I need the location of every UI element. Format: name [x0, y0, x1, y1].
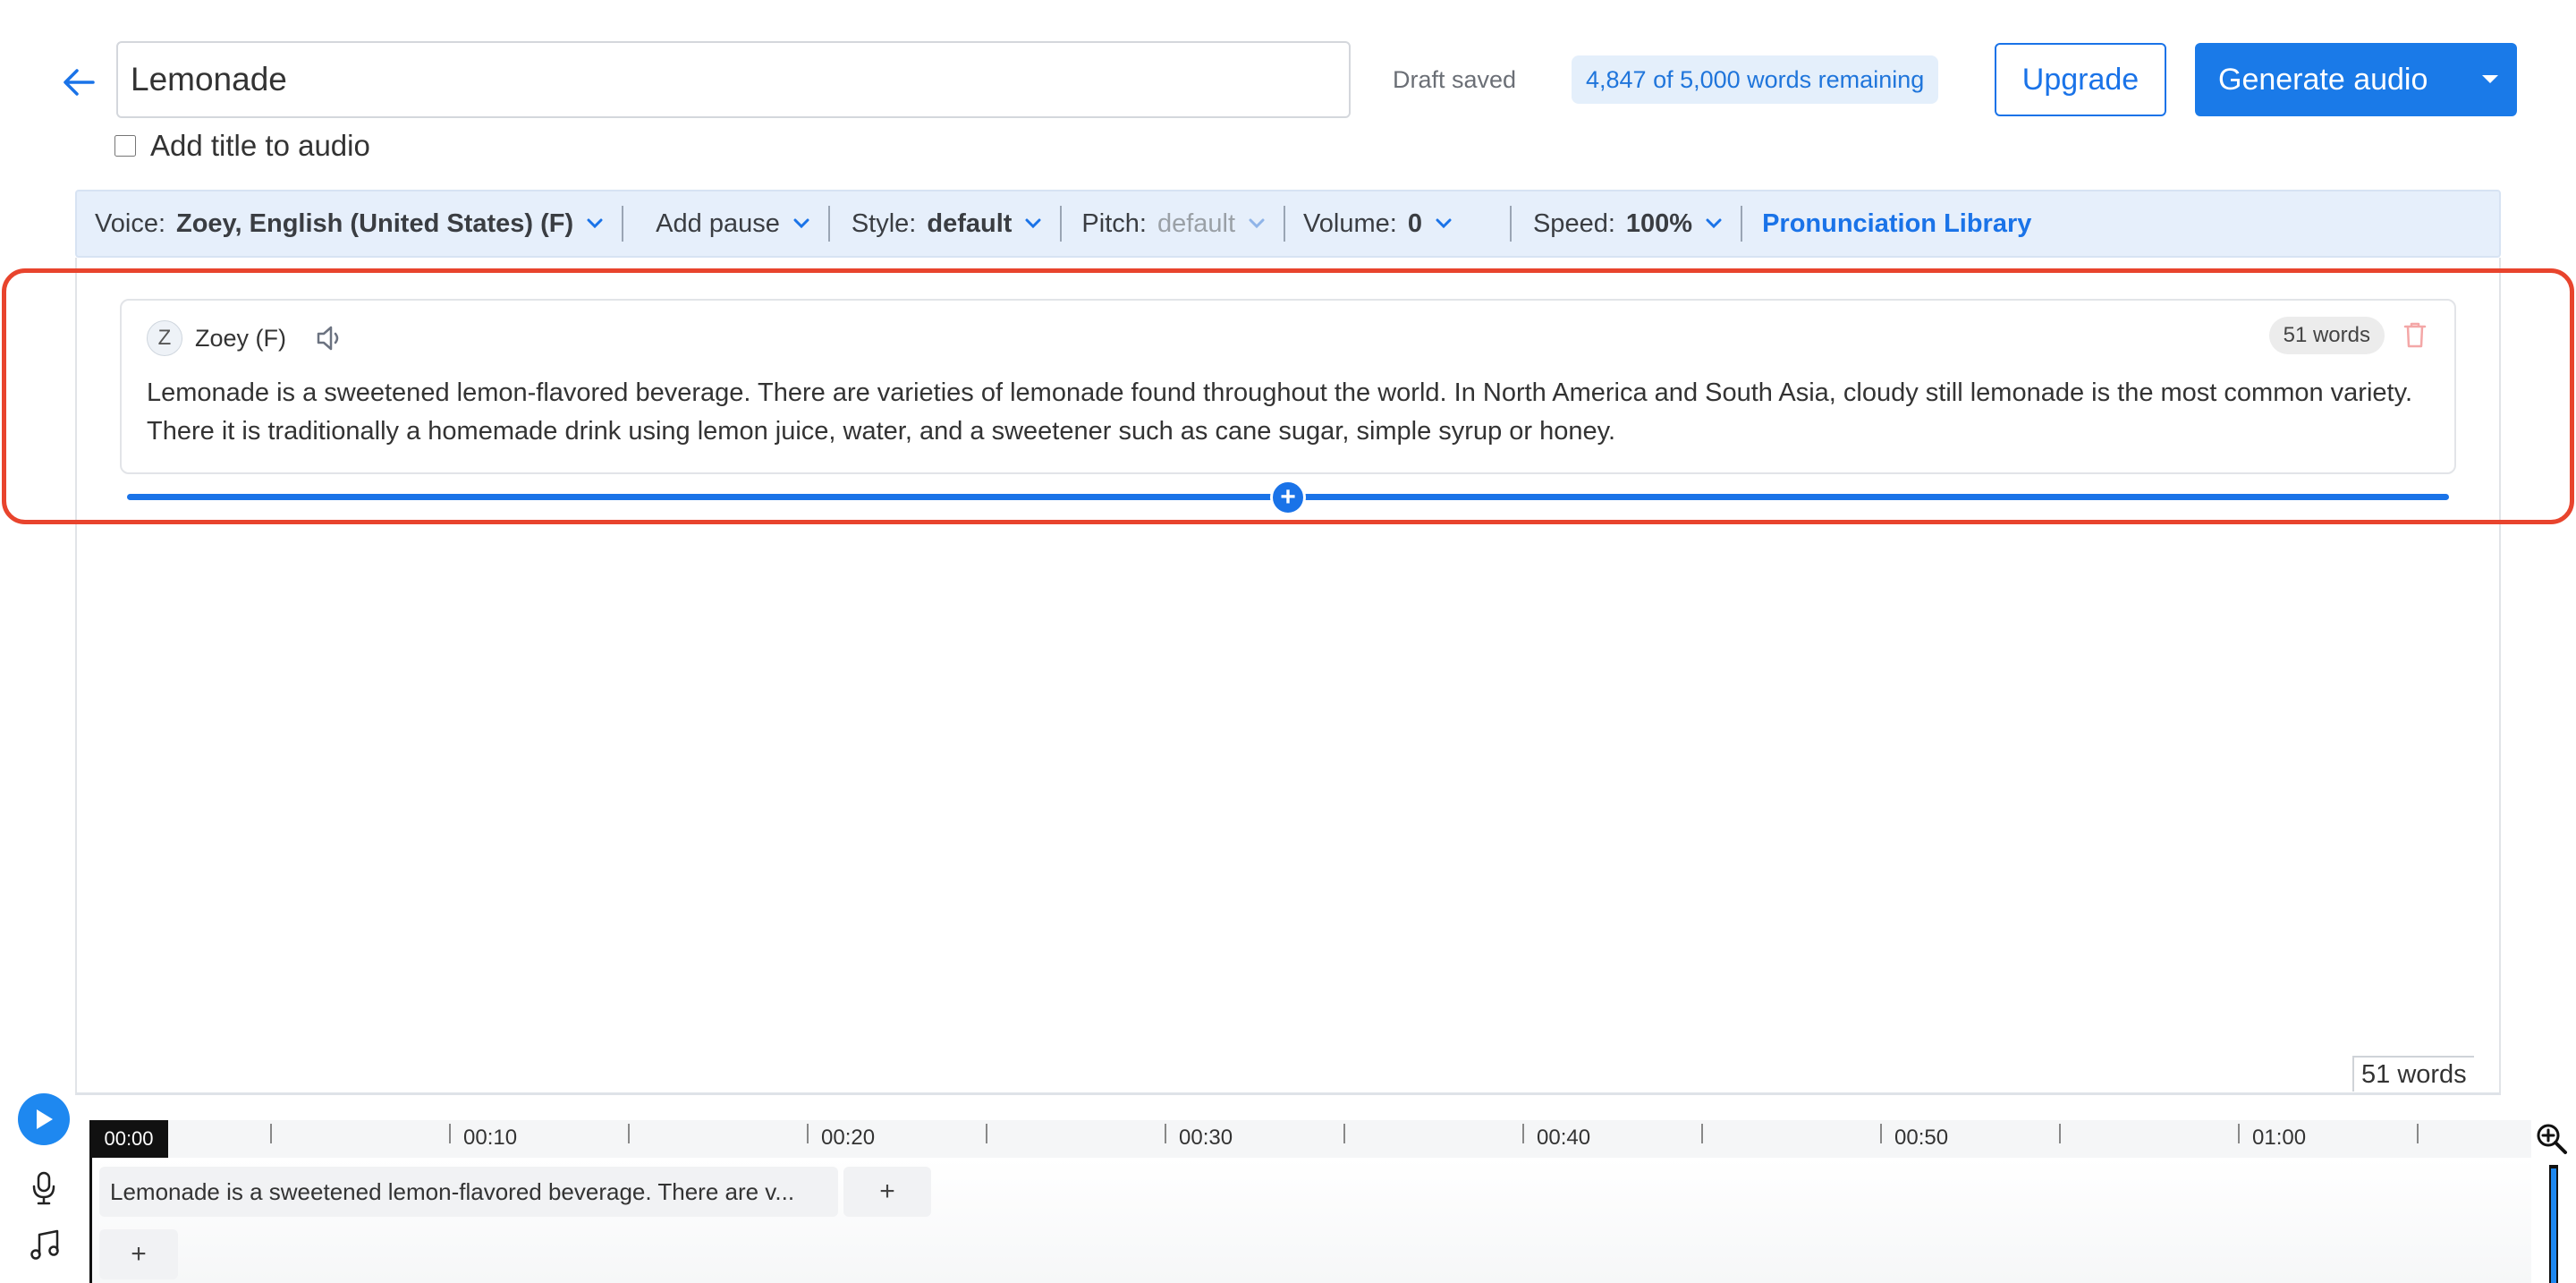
ruler-label: 01:00: [2252, 1126, 2307, 1150]
upgrade-button[interactable]: Upgrade: [1995, 43, 2166, 116]
zoom-in-icon[interactable]: [2535, 1122, 2569, 1160]
ruler-tick: [807, 1124, 809, 1143]
play-icon: [37, 1109, 53, 1129]
chevron-down-icon: [792, 217, 810, 230]
ruler-tick: [1701, 1124, 1703, 1143]
chevron-down-icon: [586, 217, 604, 230]
pitch-key: Pitch:: [1081, 208, 1147, 238]
style-key: Style:: [851, 208, 917, 238]
title-input[interactable]: [116, 41, 1351, 118]
add-title-label: Add title to audio: [150, 129, 370, 162]
ruler-tick: [1343, 1124, 1345, 1143]
style-value: default: [927, 208, 1013, 238]
add-title-checkbox-row[interactable]: Add title to audio: [114, 129, 370, 163]
chevron-down-icon: [1024, 217, 1042, 230]
speed-value: 100%: [1625, 208, 1693, 238]
voice-track-clip[interactable]: Lemonade is a sweetened lemon-flavored b…: [99, 1167, 838, 1217]
block-header: Z Zoey (F): [147, 320, 347, 356]
caret-down-icon: [2482, 75, 2498, 83]
voice-value: Zoey, English (United States) (F): [176, 208, 574, 238]
ruler-tick: [1522, 1124, 1524, 1143]
add-title-checkbox[interactable]: [114, 135, 136, 157]
chevron-down-icon: [1435, 217, 1453, 230]
timeline-tracks: Lemonade is a sweetened lemon-flavored b…: [89, 1158, 2531, 1283]
add-pause-selector[interactable]: Add pause: [623, 191, 828, 256]
play-button[interactable]: [18, 1093, 70, 1145]
words-remaining-badge: 4,847 of 5,000 words remaining: [1572, 55, 1939, 104]
generate-options-dropdown[interactable]: [2463, 43, 2517, 116]
ruler-tick: [628, 1124, 630, 1143]
ruler-tick: [986, 1124, 987, 1143]
generate-audio-button[interactable]: Generate audio: [2195, 43, 2517, 116]
ruler-label: 00:40: [1537, 1126, 1591, 1150]
add-voice-clip-button[interactable]: +: [843, 1167, 931, 1217]
add-block-button[interactable]: +: [1270, 480, 1306, 515]
voice-toolbar: Voice: Zoey, English (United States) (F)…: [75, 190, 2501, 258]
pitch-value: default: [1157, 208, 1236, 238]
trash-icon[interactable]: [2402, 320, 2428, 353]
pronunciation-library-link[interactable]: Pronunciation Library: [1742, 209, 2031, 239]
ruler-tick: [1165, 1124, 1166, 1143]
ruler-label: 00:20: [821, 1126, 876, 1150]
timeline-side-tools: [0, 1093, 89, 1283]
text-block[interactable]: Z Zoey (F) 51 words Lemonade is a sweete…: [120, 299, 2456, 474]
ruler-tick: [2238, 1124, 2240, 1143]
volume-value: 0: [1407, 208, 1422, 238]
voice-selector[interactable]: Voice: Zoey, English (United States) (F): [77, 191, 622, 256]
volume-key: Volume:: [1303, 208, 1397, 238]
chevron-down-icon: [1248, 217, 1266, 230]
ruler-tick: [2059, 1124, 2061, 1143]
speed-selector[interactable]: Speed: 100%: [1512, 191, 1741, 256]
current-time: 00:00: [89, 1120, 168, 1158]
total-word-count: 51 words: [2352, 1056, 2474, 1092]
ruler-tick: [270, 1124, 272, 1143]
ruler-tick: [1880, 1124, 1882, 1143]
pitch-selector[interactable]: Pitch: default: [1062, 191, 1284, 256]
arrow-left-icon: [64, 69, 95, 96]
microphone-icon[interactable]: [30, 1170, 57, 1211]
speaker-icon[interactable]: [315, 324, 347, 353]
back-button[interactable]: [55, 59, 102, 106]
draft-status: Draft saved: [1393, 66, 1517, 93]
voice-avatar: Z: [147, 320, 182, 356]
ruler-tick: [449, 1124, 451, 1143]
add-music-clip-button[interactable]: +: [99, 1229, 178, 1279]
block-text[interactable]: Lemonade is a sweetened lemon-flavored b…: [147, 374, 2436, 451]
chevron-down-icon: [1705, 217, 1723, 230]
voice-key: Voice:: [95, 208, 165, 238]
music-note-icon[interactable]: [29, 1229, 61, 1266]
ruler-label: 00:50: [1894, 1126, 1949, 1150]
block-word-count: 51 words: [2268, 317, 2385, 354]
generate-audio-label: Generate audio: [2218, 62, 2428, 97]
ruler-label: 00:10: [463, 1126, 518, 1150]
volume-selector[interactable]: Volume: 0: [1285, 191, 1510, 256]
block-voice-name: Zoey (F): [195, 324, 287, 352]
ruler-label: 00:30: [1179, 1126, 1233, 1150]
ruler-tick: [2417, 1124, 2419, 1143]
timeline-ruler[interactable]: 00:00 00:10 00:20 00:30 00:40 00:50 01:0…: [89, 1120, 2531, 1158]
style-selector[interactable]: Style: default: [830, 191, 1061, 256]
speed-key: Speed:: [1532, 208, 1615, 238]
add-pause-label: Add pause: [656, 208, 780, 238]
timeline-scrollbar-thumb[interactable]: [2551, 1168, 2556, 1283]
